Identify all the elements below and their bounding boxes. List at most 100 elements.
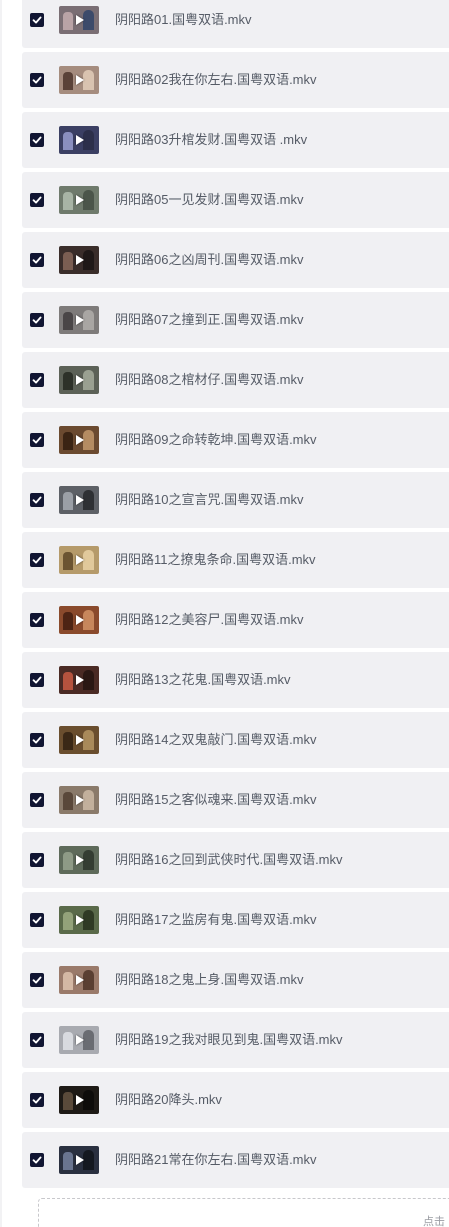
file-list-item[interactable]: 阴阳路01.国粤双语.mkv [22, 0, 449, 48]
file-name: 阴阳路14之双鬼敲门.国粤双语.mkv [115, 732, 317, 747]
video-thumbnail[interactable] [59, 186, 99, 214]
file-name: 阴阳路02我在你左右.国粤双语.mkv [115, 72, 317, 87]
file-name: 阴阳路17之监房有鬼.国粤双语.mkv [115, 912, 317, 927]
file-checkbox[interactable] [30, 733, 44, 747]
file-list-item[interactable]: 阴阳路17之监房有鬼.国粤双语.mkv [22, 892, 449, 948]
file-checkbox[interactable] [30, 253, 44, 267]
file-list-item[interactable]: 阴阳路12之美容尸.国粤双语.mkv [22, 592, 449, 648]
video-thumbnail[interactable] [59, 6, 99, 34]
play-icon [76, 855, 84, 865]
video-thumbnail[interactable] [59, 1086, 99, 1114]
video-thumbnail[interactable] [59, 1026, 99, 1054]
file-list-item[interactable]: 阴阳路20降头.mkv [22, 1072, 449, 1128]
file-list-item[interactable]: 阴阳路09之命转乾坤.国粤双语.mkv [22, 412, 449, 468]
video-thumbnail[interactable] [59, 606, 99, 634]
play-icon [76, 15, 84, 25]
play-icon [76, 1095, 84, 1105]
checkmark-icon [32, 676, 42, 684]
file-list-item[interactable]: 阴阳路11之撩鬼条命.国粤双语.mkv [22, 532, 449, 588]
file-name: 阴阳路03升棺发财.国粤双语 .mkv [115, 132, 308, 147]
file-list-item[interactable]: 阴阳路03升棺发财.国粤双语 .mkv [22, 112, 449, 168]
file-list-item[interactable]: 阴阳路07之撞到正.国粤双语.mkv [22, 292, 449, 348]
file-list-item[interactable]: 阴阳路14之双鬼敲门.国粤双语.mkv [22, 712, 449, 768]
video-thumbnail[interactable] [59, 846, 99, 874]
file-checkbox[interactable] [30, 133, 44, 147]
checkmark-icon [32, 1036, 42, 1044]
file-name: 阴阳路09之命转乾坤.国粤双语.mkv [115, 432, 317, 447]
checkmark-icon [32, 976, 42, 984]
checkmark-icon [32, 616, 42, 624]
checkmark-icon [32, 136, 42, 144]
file-checkbox[interactable] [30, 13, 44, 27]
file-list-item[interactable]: 阴阳路10之宣言咒.国粤双语.mkv [22, 472, 449, 528]
file-list-item[interactable]: 阴阳路18之鬼上身.国粤双语.mkv [22, 952, 449, 1008]
video-thumbnail[interactable] [59, 726, 99, 754]
video-thumbnail[interactable] [59, 426, 99, 454]
video-thumbnail[interactable] [59, 366, 99, 394]
video-thumbnail[interactable] [59, 666, 99, 694]
play-icon [76, 735, 84, 745]
file-name: 阴阳路19之我对眼见到鬼.国粤双语.mkv [115, 1032, 343, 1047]
file-checkbox[interactable] [30, 793, 44, 807]
play-icon [76, 675, 84, 685]
video-thumbnail[interactable] [59, 786, 99, 814]
checkmark-icon [32, 1156, 42, 1164]
video-thumbnail[interactable] [59, 966, 99, 994]
file-list-item[interactable]: 阴阳路02我在你左右.国粤双语.mkv [22, 52, 449, 108]
video-thumbnail[interactable] [59, 1146, 99, 1174]
play-icon [76, 135, 84, 145]
checkmark-icon [32, 436, 42, 444]
file-list-item[interactable]: 阴阳路21常在你左右.国粤双语.mkv [22, 1132, 449, 1188]
file-checkbox[interactable] [30, 493, 44, 507]
file-checkbox[interactable] [30, 613, 44, 627]
play-icon [76, 915, 84, 925]
checkmark-icon [32, 916, 42, 924]
file-list: 阴阳路01.国粤双语.mkv 阴阳路02我在你左右.国粤双语.mkv 阴阳路03升棺… [22, 0, 449, 1192]
file-list-item[interactable]: 阴阳路16之回到武侠时代.国粤双语.mkv [22, 832, 449, 888]
file-checkbox[interactable] [30, 673, 44, 687]
file-checkbox[interactable] [30, 973, 44, 987]
file-list-item[interactable]: 阴阳路08之棺材仔.国粤双语.mkv [22, 352, 449, 408]
file-name: 阴阳路08之棺材仔.国粤双语.mkv [115, 372, 304, 387]
checkmark-icon [32, 376, 42, 384]
file-name: 阴阳路11之撩鬼条命.国粤双语.mkv [115, 552, 316, 567]
file-checkbox[interactable] [30, 1093, 44, 1107]
file-checkbox[interactable] [30, 73, 44, 87]
video-thumbnail[interactable] [59, 546, 99, 574]
file-checkbox[interactable] [30, 853, 44, 867]
upload-hint-text: 点击 [423, 1216, 445, 1227]
file-list-item[interactable]: 阴阳路19之我对眼见到鬼.国粤双语.mkv [22, 1012, 449, 1068]
play-icon [76, 1035, 84, 1045]
file-list-item[interactable]: 阴阳路15之客似魂来.国粤双语.mkv [22, 772, 449, 828]
file-checkbox[interactable] [30, 1153, 44, 1167]
file-list-item[interactable]: 阴阳路13之花鬼.国粤双语.mkv [22, 652, 449, 708]
video-thumbnail[interactable] [59, 246, 99, 274]
file-list-item[interactable]: 阴阳路05一见发财.国粤双语.mkv [22, 172, 449, 228]
file-checkbox[interactable] [30, 1033, 44, 1047]
file-checkbox[interactable] [30, 553, 44, 567]
play-icon [76, 975, 84, 985]
video-thumbnail[interactable] [59, 66, 99, 94]
checkmark-icon [32, 316, 42, 324]
file-list-item[interactable]: 阴阳路06之凶周刊.国粤双语.mkv [22, 232, 449, 288]
checkmark-icon [32, 76, 42, 84]
file-name: 阴阳路21常在你左右.国粤双语.mkv [115, 1152, 317, 1167]
file-checkbox[interactable] [30, 913, 44, 927]
file-name: 阴阳路20降头.mkv [115, 1092, 222, 1107]
checkmark-icon [32, 736, 42, 744]
video-thumbnail[interactable] [59, 486, 99, 514]
checkmark-icon [32, 16, 42, 24]
upload-dropzone[interactable]: 点击 [38, 1198, 449, 1227]
file-checkbox[interactable] [30, 373, 44, 387]
file-name: 阴阳路01.国粤双语.mkv [115, 12, 252, 27]
checkmark-icon [32, 256, 42, 264]
video-thumbnail[interactable] [59, 126, 99, 154]
play-icon [76, 75, 84, 85]
file-checkbox[interactable] [30, 433, 44, 447]
file-upload-page: 阴阳路01.国粤双语.mkv 阴阳路02我在你左右.国粤双语.mkv 阴阳路03升棺… [0, 0, 449, 1227]
file-checkbox[interactable] [30, 193, 44, 207]
file-checkbox[interactable] [30, 313, 44, 327]
video-thumbnail[interactable] [59, 906, 99, 934]
file-name: 阴阳路15之客似魂来.国粤双语.mkv [115, 792, 317, 807]
video-thumbnail[interactable] [59, 306, 99, 334]
